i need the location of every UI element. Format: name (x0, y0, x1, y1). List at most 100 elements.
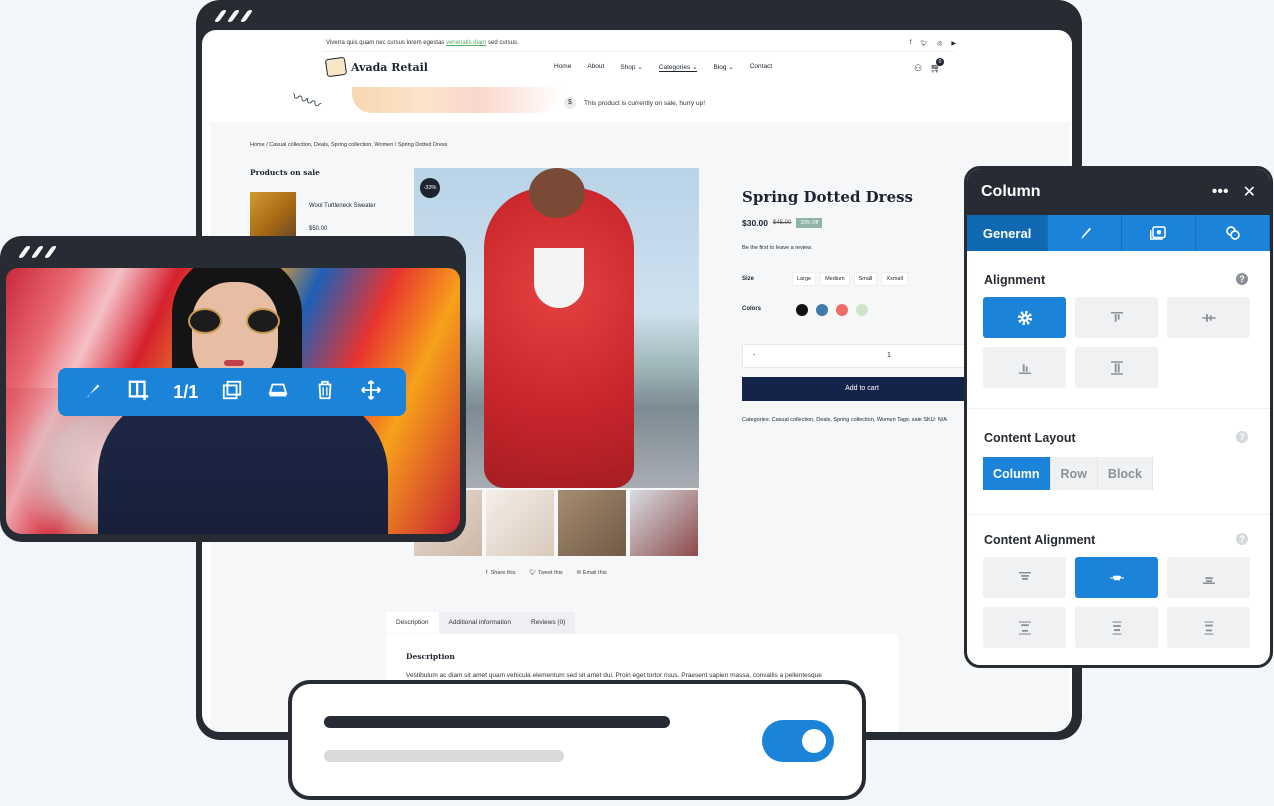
clone-icon[interactable] (217, 379, 247, 406)
color-swatch-black[interactable] (796, 304, 808, 316)
product-price: $30.00 $45.00 33% Off (742, 218, 823, 228)
quantity-value[interactable]: 1 (887, 352, 891, 359)
nav-blog[interactable]: Blog ⌄ (713, 63, 733, 72)
align-top-icon (1110, 311, 1123, 322)
help-icon[interactable]: ? (1236, 273, 1248, 285)
window-dots (17, 246, 58, 258)
thumbnail[interactable] (486, 490, 554, 556)
nav-contact[interactable]: Contact (750, 63, 772, 72)
justify-end-button[interactable] (1167, 557, 1250, 598)
description-heading: Description (406, 652, 455, 661)
align-stretch-button[interactable] (1075, 347, 1158, 388)
top-bar-link[interactable]: venenatis diam (446, 40, 486, 46)
alignment-options (983, 297, 1250, 388)
tab-design[interactable] (1048, 215, 1123, 251)
align-auto-button[interactable] (983, 297, 1066, 338)
more-options-icon[interactable]: ••• (1212, 183, 1229, 201)
share-email[interactable]: ✉ Email this (577, 570, 607, 576)
add-to-cart-button[interactable]: Add to cart (742, 377, 982, 401)
quantity-minus[interactable]: - (753, 352, 755, 359)
dollar-icon: $ (564, 97, 576, 109)
add-column-icon[interactable] (124, 379, 154, 406)
layout-block-button[interactable]: Block (1097, 457, 1153, 490)
align-top-button[interactable] (1075, 297, 1158, 338)
color-swatch-mint[interactable] (856, 304, 868, 316)
tab-background[interactable] (1122, 215, 1197, 251)
quantity-stepper[interactable]: - 1 (742, 344, 982, 368)
product-tabs: Description Additional information Revie… (386, 612, 576, 633)
thumbnail[interactable] (558, 490, 626, 556)
content-alignment-section: Content Alignment ? (967, 515, 1270, 665)
share-links: f Share this 🐦︎ Tweet this ✉ Email this (486, 570, 607, 576)
nav-home[interactable]: Home (554, 63, 571, 72)
justify-start-icon (1018, 571, 1031, 580)
column-settings-panel: Column ••• ✕ General Alignment ? Content… (964, 166, 1273, 668)
space-around-icon (1112, 620, 1121, 635)
brush-icon[interactable] (78, 379, 108, 406)
old-price: $45.00 (773, 220, 792, 226)
align-bottom-button[interactable] (983, 347, 1066, 388)
color-swatch-blue[interactable] (816, 304, 828, 316)
youtube-icon[interactable]: ▶ (951, 40, 956, 47)
twitter-icon[interactable]: 🐦︎ (921, 40, 929, 47)
tab-description[interactable]: Description (386, 612, 439, 633)
align-stretch-icon (1110, 360, 1123, 375)
content-layout-section: Content Layout ? Column Row Block (967, 409, 1270, 515)
move-icon[interactable] (356, 379, 386, 406)
color-swatch-coral[interactable] (836, 304, 848, 316)
size-large[interactable]: Large (792, 272, 817, 286)
thumbnail[interactable] (630, 490, 698, 556)
site-logo[interactable]: Avada Retail (324, 56, 428, 78)
nav-about[interactable]: About (587, 63, 604, 72)
help-icon[interactable]: ? (1236, 431, 1248, 443)
help-icon[interactable]: ? (1236, 533, 1248, 545)
share-twitter[interactable]: 🐦︎ Tweet this (529, 570, 562, 576)
align-center-button[interactable] (1167, 297, 1250, 338)
sale-banner: 〰〰 $ This product is currently on sale, … (289, 87, 972, 117)
squiggle-decoration: 〰〰 (289, 88, 322, 115)
space-evenly-icon (1204, 620, 1213, 635)
main-nav: Home About Shop ⌄ Categories ⌄ Blog ⌄ Co… (554, 63, 772, 72)
review-link[interactable]: Be the first to leave a review. (742, 245, 812, 251)
sidebar-product-image[interactable] (250, 192, 296, 238)
justify-space-between-button[interactable] (983, 607, 1066, 648)
facebook-icon[interactable]: f (910, 40, 912, 47)
size-medium[interactable]: Medium (820, 272, 850, 286)
layout-column-button[interactable]: Column (983, 457, 1051, 490)
sale-tag: -33% (420, 178, 440, 198)
trash-icon[interactable] (310, 379, 340, 406)
tab-general[interactable]: General (967, 215, 1049, 251)
size-small[interactable]: Small (853, 272, 878, 286)
size-xsmall[interactable]: Xsmall (881, 272, 908, 286)
save-icon[interactable] (263, 379, 293, 406)
layout-segmented-control: Column Row Block (983, 457, 1153, 490)
column-counter: 1/1 (173, 381, 199, 402)
sidebar-product-name[interactable]: Wool Turtleneck Sweater (309, 200, 379, 212)
divider (322, 51, 954, 52)
breadcrumb[interactable]: Home / Casual collection, Deals, Spring … (250, 142, 447, 148)
size-options: Large Medium Small Xsmall (792, 272, 908, 286)
colors-label: Colors (742, 306, 762, 312)
cart-count-badge: 0 (936, 58, 944, 66)
element-toolbar: 1/1 (58, 368, 406, 416)
justify-space-evenly-button[interactable] (1167, 607, 1250, 648)
user-icon[interactable]: ⚇ (914, 63, 922, 74)
social-links: f 🐦︎ ◎ ▶ (910, 40, 956, 47)
tab-additional-information[interactable]: Additional information (438, 612, 522, 633)
instagram-icon[interactable]: ◎ (937, 40, 942, 47)
justify-space-around-button[interactable] (1075, 607, 1158, 648)
justify-center-icon (1109, 575, 1124, 580)
tab-reviews[interactable]: Reviews (0) (521, 612, 576, 633)
justify-center-button[interactable] (1075, 557, 1158, 598)
tab-extras[interactable] (1196, 215, 1270, 251)
share-facebook[interactable]: f Share this (486, 570, 515, 576)
layout-row-button[interactable]: Row (1050, 457, 1098, 490)
close-icon[interactable]: ✕ (1243, 182, 1256, 202)
toggle-switch[interactable] (762, 720, 834, 762)
nav-shop[interactable]: Shop ⌄ (620, 63, 642, 72)
content-layout-title: Content Layout (984, 431, 1076, 445)
nav-categories[interactable]: Categories ⌄ (658, 63, 698, 72)
justify-start-button[interactable] (983, 557, 1066, 598)
product-meta: Categories: Casual collection, Deals, Sp… (742, 417, 947, 423)
placeholder-line (324, 750, 564, 762)
